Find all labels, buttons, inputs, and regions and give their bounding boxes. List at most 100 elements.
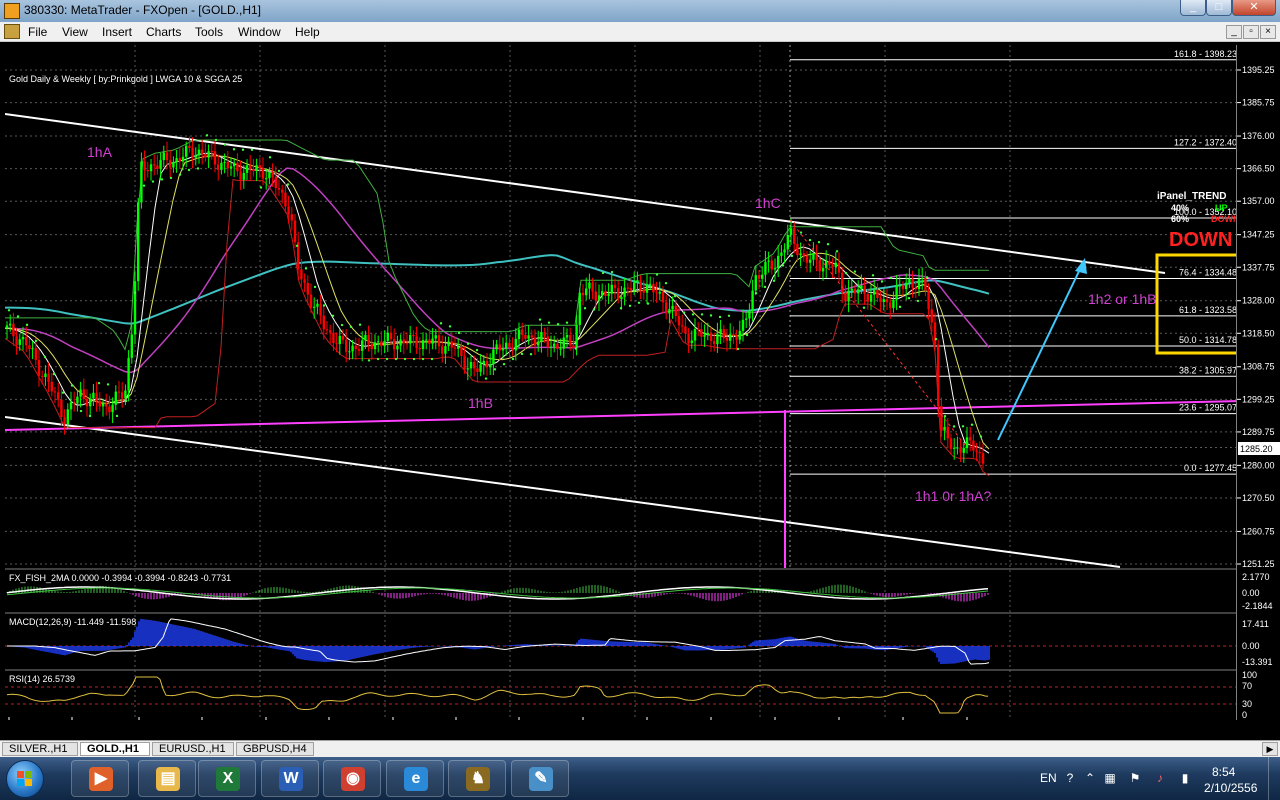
candle-body bbox=[655, 292, 658, 294]
candle-body bbox=[175, 158, 178, 162]
internet-explorer-icon: e bbox=[404, 767, 428, 791]
taskbar-app-paint[interactable]: ✎ bbox=[511, 760, 569, 797]
candle-body bbox=[226, 161, 229, 169]
candle-body bbox=[172, 161, 175, 168]
candle-body bbox=[466, 368, 469, 370]
chart-area[interactable]: 161.8 - 1398.23 127.2 - 1372.40 100.0 - 13… bbox=[5, 45, 1241, 720]
language-indicator[interactable]: EN bbox=[1040, 771, 1057, 785]
psar-dot bbox=[826, 243, 830, 246]
psar-dot bbox=[781, 264, 785, 267]
candle-body bbox=[63, 416, 66, 425]
menu-help[interactable]: Help bbox=[295, 25, 320, 39]
horizontal-support-line[interactable] bbox=[5, 400, 1241, 431]
menu-tools[interactable]: Tools bbox=[195, 25, 223, 39]
psar-dot bbox=[592, 308, 596, 311]
help-icon[interactable]: ? bbox=[1063, 771, 1077, 785]
psar-dot bbox=[277, 169, 281, 173]
fib-label: 50.0 - 1314.78 bbox=[1179, 335, 1237, 345]
channel-upper-line[interactable] bbox=[5, 113, 1166, 274]
candle-body bbox=[293, 220, 297, 243]
psar-dot bbox=[925, 276, 929, 279]
candle-body bbox=[303, 279, 306, 284]
taskbar-app-media-player[interactable]: ▶ bbox=[71, 760, 129, 797]
price-axis[interactable]: 1285.20 1395.25 1385.75 1376.00 1366.50 1357… bbox=[1236, 45, 1280, 720]
candle-body bbox=[322, 315, 325, 330]
metatrader-app-icon[interactable] bbox=[4, 3, 20, 19]
psar-dot bbox=[952, 425, 956, 428]
psar-dot bbox=[16, 315, 20, 318]
candle-body bbox=[978, 452, 981, 454]
candle-body bbox=[956, 447, 959, 449]
network-icon[interactable]: ▮ bbox=[1178, 771, 1192, 785]
taskbar-app-internet-explorer[interactable]: e bbox=[386, 760, 444, 797]
tab-gold[interactable]: GOLD.,H1 bbox=[80, 742, 150, 756]
tab-scroll-button[interactable]: ▶ bbox=[1262, 742, 1278, 756]
wave-label-next: 1h2 or 1hB bbox=[1088, 291, 1157, 307]
psar-dot bbox=[214, 138, 218, 142]
candle-body bbox=[921, 277, 924, 279]
tray-arrow-icon[interactable]: ⌃ bbox=[1083, 771, 1097, 785]
psar-dot bbox=[817, 240, 821, 244]
taskbar-app-excel[interactable]: X bbox=[198, 760, 256, 797]
volume-muted-icon[interactable]: ♪ bbox=[1153, 771, 1167, 785]
candle-body bbox=[764, 261, 767, 275]
menu-insert[interactable]: Insert bbox=[102, 25, 132, 39]
taskbar-app-explorer-folder[interactable]: ▤ bbox=[138, 760, 196, 797]
menu-charts[interactable]: Charts bbox=[146, 25, 181, 39]
candle-body bbox=[345, 339, 348, 352]
menu-window[interactable]: Window bbox=[238, 25, 281, 39]
candle-body bbox=[601, 291, 604, 296]
title-bar[interactable]: 380330: MetaTrader - FXOpen - [GOLD.,H1]… bbox=[0, 0, 1280, 22]
candle-body bbox=[553, 343, 556, 347]
action-center-flag-icon[interactable]: ⚑ bbox=[1128, 771, 1142, 785]
psar-dot bbox=[7, 309, 11, 312]
chart-restore-button[interactable]: ▫ bbox=[1243, 25, 1259, 39]
psar-dot bbox=[907, 297, 911, 300]
candle-body bbox=[373, 342, 377, 350]
menu-file[interactable]: File bbox=[28, 25, 47, 39]
psar-dot bbox=[574, 347, 578, 350]
candle-body bbox=[498, 344, 501, 351]
tab-eurusd[interactable]: EURUSD.,H1 bbox=[152, 742, 234, 756]
candle-body bbox=[732, 334, 735, 336]
candle-body bbox=[469, 361, 473, 369]
maximize-button[interactable]: □ bbox=[1206, 0, 1232, 16]
chart-close-button[interactable]: × bbox=[1260, 25, 1276, 39]
chart-minimize-button[interactable]: _ bbox=[1226, 25, 1242, 39]
psar-dot bbox=[943, 415, 947, 418]
candle-body bbox=[687, 333, 690, 344]
tab-gbpusd[interactable]: GBPUSD,H4 bbox=[236, 742, 314, 756]
psar-dot bbox=[970, 423, 974, 426]
candle-body bbox=[185, 145, 188, 157]
tab-silver[interactable]: SILVER.,H1 bbox=[2, 742, 78, 756]
candle-body bbox=[751, 290, 754, 311]
candle-body bbox=[277, 188, 281, 190]
start-button[interactable] bbox=[6, 760, 44, 798]
candle-body bbox=[789, 228, 793, 236]
taskbar-app-word[interactable]: W bbox=[261, 760, 319, 797]
minimize-button[interactable]: _ bbox=[1180, 0, 1206, 16]
clock-date[interactable]: 2/10/2556 bbox=[1204, 781, 1257, 795]
candle-body bbox=[882, 299, 885, 302]
keyboard-icon[interactable]: ▦ bbox=[1103, 771, 1117, 785]
candle-body bbox=[223, 161, 226, 163]
candle-body bbox=[197, 149, 201, 156]
candle-body bbox=[588, 282, 591, 289]
chart-window-icon[interactable] bbox=[4, 24, 20, 39]
candle-body bbox=[690, 340, 693, 344]
taskbar-app-metatrader[interactable]: ♞ bbox=[448, 760, 506, 797]
menu-view[interactable]: View bbox=[62, 25, 88, 39]
candle-body bbox=[476, 368, 479, 372]
candle-body bbox=[479, 364, 482, 372]
psar-dot bbox=[880, 280, 884, 283]
show-desktop-button[interactable] bbox=[1268, 757, 1280, 800]
candle-body bbox=[908, 278, 911, 283]
candle-body bbox=[213, 151, 217, 165]
candle-body bbox=[220, 162, 223, 170]
candle-body bbox=[578, 292, 581, 325]
psar-dot bbox=[871, 274, 875, 277]
close-button[interactable]: ✕ bbox=[1232, 0, 1276, 16]
clock-time[interactable]: 8:54 bbox=[1212, 765, 1235, 779]
taskbar-app-chrome[interactable]: ◉ bbox=[323, 760, 381, 797]
price-chart[interactable]: 161.8 - 1398.23127.2 - 1372.40100.0 - 13… bbox=[5, 45, 1241, 720]
